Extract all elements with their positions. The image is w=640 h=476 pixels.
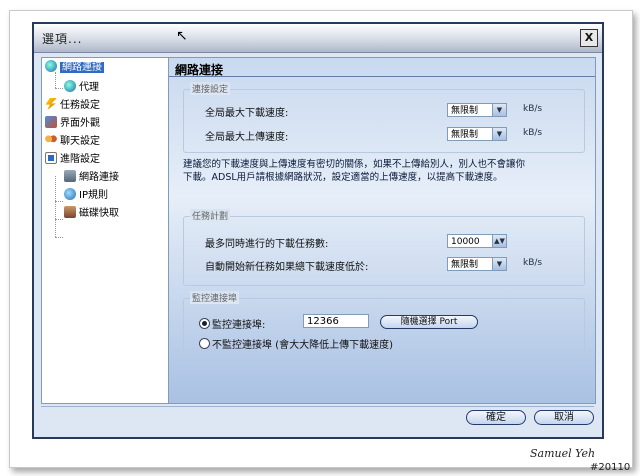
disk-cache-icon [64, 206, 76, 218]
network-computers-icon [64, 170, 76, 182]
tree-connector [55, 88, 63, 89]
globe-icon [64, 80, 76, 92]
advanced-settings-icon [45, 152, 57, 164]
chevron-down-icon: ▼ [492, 128, 506, 140]
nav-label: 代理 [79, 82, 99, 93]
nav-label: 進階設定 [60, 154, 100, 165]
nav-label: 網路連接 [79, 172, 119, 183]
nav-label: IP規則 [79, 190, 108, 201]
tree-connector [55, 237, 63, 238]
nav-label: 任務設定 [60, 100, 100, 111]
max-download-select[interactable]: 無限制 ▼ [447, 103, 507, 117]
max-tasks-stepper[interactable]: 10000 ▲▼ [447, 234, 507, 248]
tree-connector [55, 201, 63, 202]
chevron-down-icon: ▼ [492, 104, 506, 116]
settings-panel: 網路連接 連接設定 全局最大下載速度: 無限制 ▼ kB/s 全局最大上傳速度:… [168, 57, 596, 404]
note-line: 建議您的下載速度與上傳速度有密切的關係，如果不上傳給別人，別人也不會讓你 [183, 159, 526, 170]
group-title: 連接設定 [190, 82, 231, 95]
unit-label: kB/s [523, 104, 543, 114]
unit-label: kB/s [523, 128, 543, 138]
nav-label: 網路連接 [60, 62, 104, 73]
nav-label: 聊天設定 [60, 136, 100, 147]
nav-item-network[interactable]: 網路連接 [45, 60, 104, 76]
listen-port-label: 監控連接埠: [212, 320, 266, 331]
cancel-button[interactable]: 取消 [534, 410, 594, 425]
lightning-icon [45, 98, 57, 110]
max-upload-label: 全局最大上傳速度: [205, 132, 289, 143]
tree-connector [55, 219, 63, 220]
nav-item-disk-cache[interactable]: 磁碟快取 [64, 206, 119, 222]
author-signature: Samuel Yeh [530, 447, 596, 460]
unit-label: kB/s [523, 258, 543, 268]
nav-item-ip-rules[interactable]: IP規則 [64, 188, 108, 204]
connection-settings-group: 連接設定 [183, 82, 585, 153]
random-port-button[interactable]: 隨機選擇 Port [380, 315, 478, 329]
nav-item-advanced-network[interactable]: 網路連接 [64, 170, 119, 186]
nav-label: 界面外觀 [60, 118, 100, 129]
info-note: 建議您的下載速度與上傳速度有密切的關係，如果不上傳給別人，別人也不會讓你 下載。… [183, 158, 583, 184]
globe-icon [45, 60, 57, 72]
settings-tree: 網路連接 代理 任務設定 界面外觀 聊天設定 進階設定 網路連接 IP規則 磁碟… [41, 57, 169, 404]
mouse-cursor-icon: ↖ [176, 28, 188, 44]
task-plan-group: 任務計劃 [183, 209, 585, 286]
nav-item-advanced[interactable]: 進階設定 [45, 152, 100, 168]
group-title: 任務計劃 [190, 209, 231, 222]
nav-item-appearance[interactable]: 界面外觀 [45, 116, 100, 132]
max-upload-select[interactable]: 無限制 ▼ [447, 127, 507, 141]
select-value: 無限制 [451, 130, 479, 140]
close-button[interactable]: X [580, 29, 598, 47]
no-listen-label: 不監控連接埠 (會大大降低上傳下載速度) [212, 340, 393, 351]
chevron-down-icon: ▼ [492, 258, 506, 270]
port-input[interactable]: 12366 [303, 314, 369, 328]
options-dialog: 選項... ↖ X 網路連接 代理 任務設定 界面外觀 聊天設定 進階設定 網路… [32, 22, 604, 439]
select-value: 無限制 [451, 260, 479, 270]
auto-start-select[interactable]: 無限制 ▼ [447, 257, 507, 271]
title-bar: 選項... ↖ X [34, 24, 602, 53]
ok-button[interactable]: 確定 [466, 410, 526, 425]
spin-arrows-icon: ▲▼ [492, 235, 506, 247]
input-value: 12366 [307, 316, 339, 327]
select-value: 無限制 [451, 106, 479, 116]
chat-users-icon [45, 134, 57, 146]
nav-label: 磁碟快取 [79, 208, 119, 219]
nav-item-proxy[interactable]: 代理 [64, 80, 99, 96]
nav-item-tasks[interactable]: 任務設定 [45, 98, 100, 114]
version-tag: #20110 [590, 462, 631, 473]
footer-divider [41, 406, 594, 407]
paint-icon [45, 116, 57, 128]
group-title: 監控連接埠 [190, 291, 240, 304]
ip-rule-icon [64, 188, 76, 200]
heading-divider [169, 76, 595, 77]
stepper-value: 10000 [451, 237, 480, 247]
note-line: 下載。ADSL用戶請根據網路狀況，設定適當的上傳速度，以提高下載速度。 [183, 172, 503, 183]
auto-start-label: 自動開始新任務如果總下載速度低於: [205, 262, 369, 273]
nav-item-chat[interactable]: 聊天設定 [45, 134, 100, 150]
listen-port-radio[interactable] [199, 318, 210, 329]
max-tasks-label: 最多同時進行的下載任務數: [205, 239, 329, 250]
tree-connector [55, 176, 56, 237]
window-title: 選項... [42, 32, 83, 46]
no-listen-radio[interactable] [199, 338, 210, 349]
max-download-label: 全局最大下載速度: [205, 108, 289, 119]
